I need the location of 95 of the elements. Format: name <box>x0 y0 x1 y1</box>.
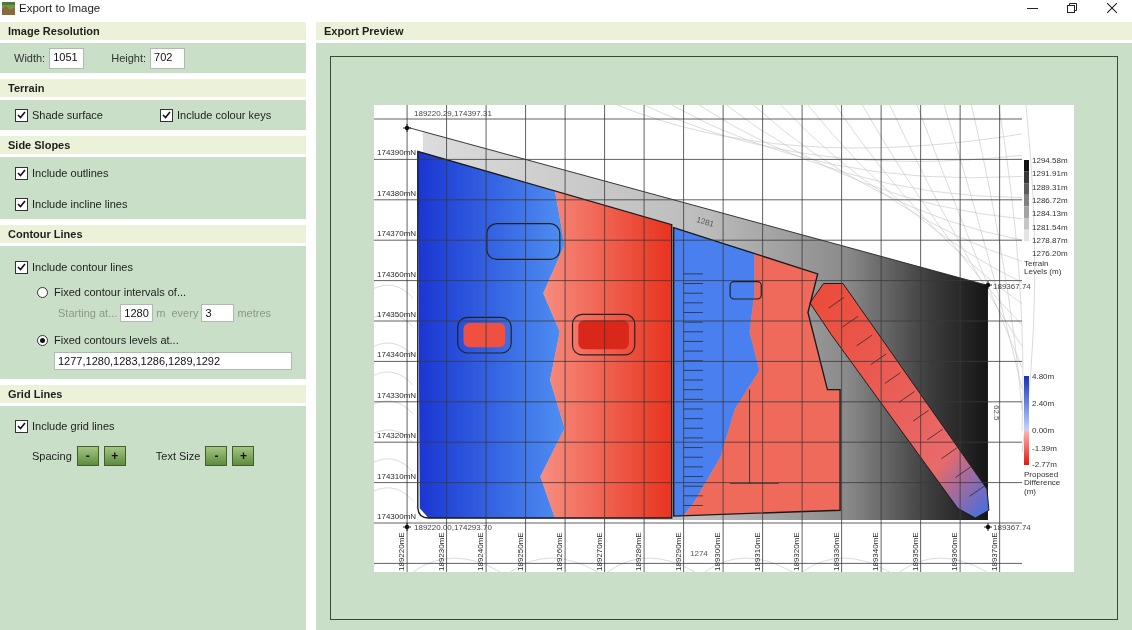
basin-outline <box>729 280 762 300</box>
easting-label: 189290mE <box>673 531 683 571</box>
number-field[interactable]: 1280 <box>120 304 154 322</box>
minimize-icon <box>1026 7 1038 9</box>
levels-field[interactable]: 1277,1280,1283,1286,1289,1292 <box>54 352 292 370</box>
northing-label: 174300mN <box>377 511 417 521</box>
checkbox[interactable] <box>15 108 28 122</box>
contour-label: 1274 <box>690 548 708 558</box>
key-label: 1281.54m <box>1032 222 1068 231</box>
basin-outline <box>571 313 636 355</box>
checkbox-label: Include contour lines <box>32 261 133 273</box>
easting-label: 189360mE <box>950 531 960 571</box>
field-label: Starting at... <box>58 307 118 319</box>
checkbox[interactable] <box>15 260 28 274</box>
key-label: 1276.20m <box>1032 248 1068 258</box>
easting-label: 189230mE <box>436 531 446 571</box>
northing-label: 174320mN <box>377 430 417 440</box>
key-label: 4.80m <box>1032 371 1055 381</box>
adjuster-label: Spacing <box>32 450 72 462</box>
adjuster-label: Text Size <box>155 450 201 462</box>
checkbox[interactable] <box>15 419 28 433</box>
checkbox-label: Include grid lines <box>32 420 115 432</box>
easting-label: 189330mE <box>831 531 841 571</box>
northing-label: 174390mN <box>377 147 417 157</box>
radio-button[interactable] <box>37 286 48 298</box>
window-title: Export to Image <box>19 2 101 14</box>
app-icon <box>2 1 15 15</box>
easting-label: 189370mE <box>989 531 999 571</box>
contour-label: 62.5 <box>992 404 1001 421</box>
key-label: 1294.58m <box>1032 155 1068 165</box>
key-label: 0.00m <box>1032 425 1055 435</box>
northing-label: 174370mN <box>377 228 417 238</box>
close-icon <box>1107 3 1117 13</box>
increase-button[interactable]: + <box>232 446 255 466</box>
northing-label: 174340mN <box>377 349 417 359</box>
increase-button[interactable]: + <box>103 446 126 466</box>
key-title: Proposed Difference (m) <box>1024 470 1062 497</box>
key-label: 1284.13m <box>1032 208 1068 218</box>
survey-point-icon <box>402 123 412 132</box>
number-field[interactable]: 702 <box>150 47 186 69</box>
key-label: 1289.31m <box>1032 182 1068 192</box>
easting-label: 189300mE <box>713 531 723 571</box>
section-header: Grid Lines <box>0 385 306 403</box>
key-label: 2.40m <box>1032 398 1055 408</box>
easting-label: 189260mE <box>555 531 565 571</box>
checkbox-label: Include colour keys <box>177 109 272 121</box>
section-header: Side Slopes <box>0 136 306 154</box>
easting-label: 189350mE <box>910 531 920 571</box>
survey-point-icon <box>402 522 412 531</box>
section-header: Export Preview <box>316 22 1132 40</box>
field-label: every <box>171 307 199 319</box>
survey-point-icon <box>983 280 993 289</box>
key-title: Terrain Levels (m) <box>1024 259 1063 278</box>
northing-label: 174380mN <box>377 188 417 198</box>
checkbox-label: Include outlines <box>32 167 109 179</box>
radio-button[interactable] <box>37 334 48 346</box>
easting-label: 189220mE <box>397 531 407 571</box>
checkbox[interactable] <box>160 108 173 122</box>
checkbox-label: Include incline lines <box>32 198 128 210</box>
northing-label: 174350mN <box>377 309 417 319</box>
basin-outline <box>457 316 512 354</box>
decrease-button[interactable]: - <box>205 446 228 466</box>
checkbox[interactable] <box>15 166 28 180</box>
easting-label: 189310mE <box>752 531 762 571</box>
checkbox[interactable] <box>15 197 28 211</box>
key-label: 1286.72m <box>1032 195 1068 205</box>
decrease-button[interactable]: - <box>76 446 99 466</box>
easting-label: 189280mE <box>634 531 644 571</box>
field-label: Height: <box>111 52 147 64</box>
key-label: 1278.87m <box>1032 235 1068 245</box>
easting-label: 189250mE <box>515 531 525 571</box>
key-label: -1.39m <box>1032 443 1057 453</box>
easting-label: 189270mE <box>594 531 604 571</box>
number-field[interactable]: 3 <box>201 304 235 322</box>
key-label: -2.77m <box>1032 459 1057 469</box>
section-header: Contour Lines <box>0 225 306 243</box>
survey-point-icon <box>983 522 993 531</box>
number-field[interactable]: 1051 <box>49 47 85 69</box>
contour-label: 1281 <box>695 214 716 229</box>
radio-label: Fixed contour intervals of... <box>54 286 187 298</box>
radio-label: Fixed contours levels at... <box>54 334 179 346</box>
section-header: Image Resolution <box>0 22 306 40</box>
unit-label: m <box>156 307 166 319</box>
northing-label: 174310mN <box>377 471 417 481</box>
key-label: 1291.91m <box>1032 168 1068 178</box>
field-label: Width: <box>14 52 46 64</box>
northing-label: 174330mN <box>377 390 417 400</box>
unit-label: metres <box>237 307 271 319</box>
northing-label: 174360mN <box>377 269 417 279</box>
easting-label: 189320mE <box>792 531 802 571</box>
section-header: Terrain <box>0 79 306 97</box>
checkbox-label: Shade surface <box>32 109 103 121</box>
restore-icon <box>1067 3 1077 13</box>
easting-label: 189340mE <box>871 531 881 571</box>
easting-label: 189240mE <box>476 531 486 571</box>
